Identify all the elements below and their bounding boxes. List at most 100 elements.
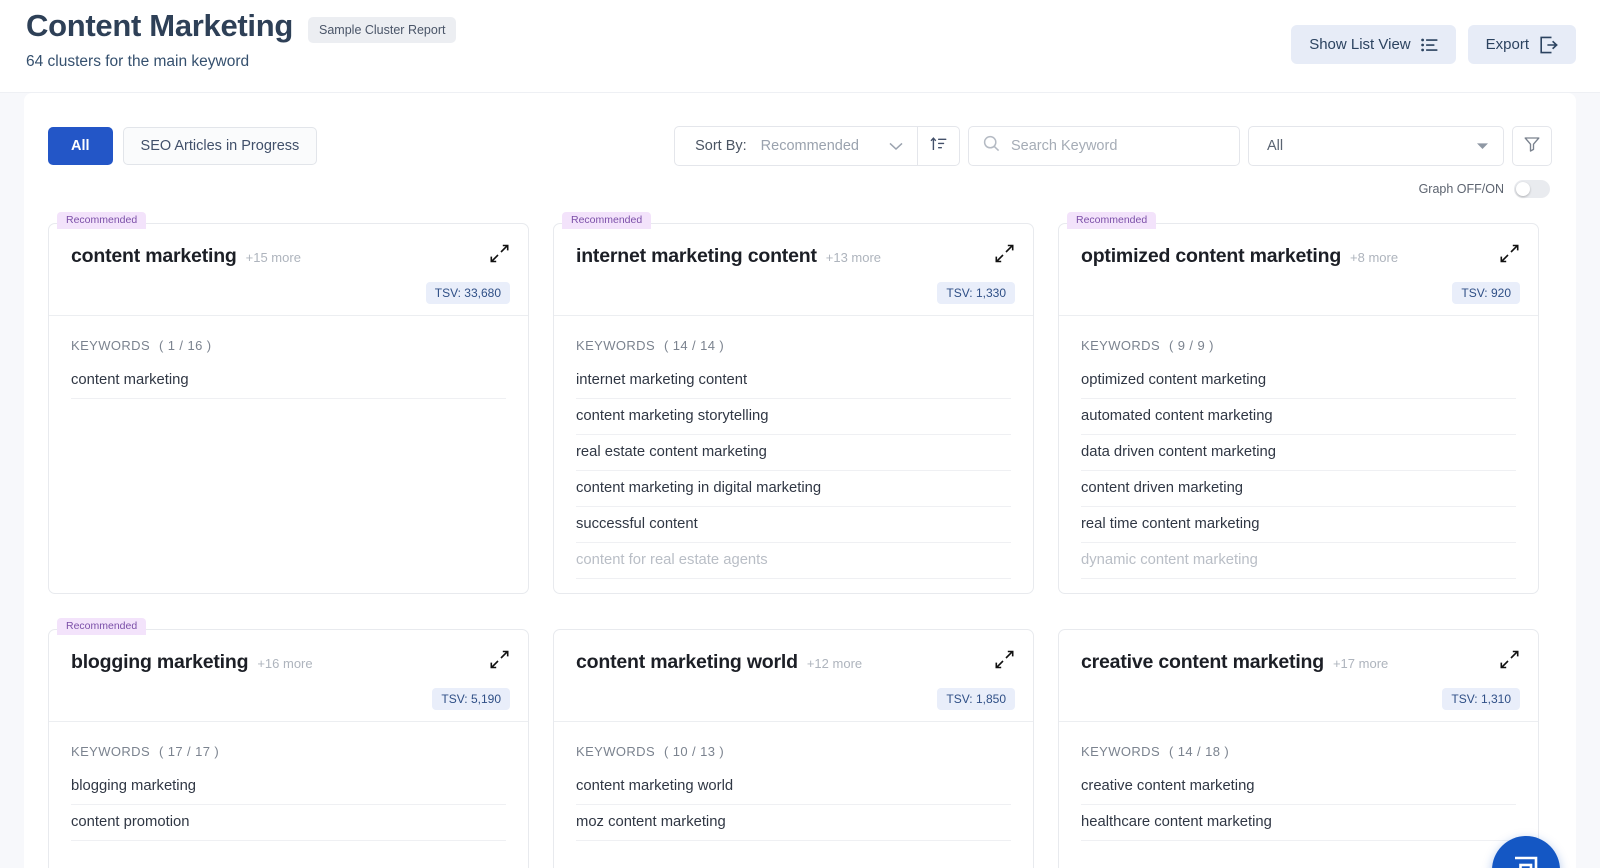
keyword-list: creative content marketing healthcare co… — [1059, 769, 1538, 841]
expand-icon[interactable] — [490, 244, 509, 268]
cluster-more-count: +17 more — [1333, 656, 1388, 671]
sort-by-value[interactable]: Recommended — [761, 138, 889, 154]
tsv-badge: TSV: 1,330 — [937, 282, 1015, 304]
list-item[interactable]: content for real estate agents — [576, 543, 1011, 579]
list-item[interactable]: data driven content marketing — [1081, 435, 1516, 471]
keywords-header: KEYWORDS ( 9 / 9 ) — [1059, 316, 1538, 353]
list-item[interactable]: automated content marketing — [1081, 399, 1516, 435]
sort-ascending-icon — [930, 136, 947, 157]
list-item[interactable]: creative content marketing — [1081, 769, 1516, 805]
caret-down-icon — [1476, 138, 1489, 154]
recommended-badge: Recommended — [57, 618, 146, 635]
tab-all[interactable]: All — [48, 127, 113, 165]
cluster-card-grid: Recommended content marketing +15 more — [48, 212, 1552, 868]
keyword-list: blogging marketing content promotion — [49, 769, 528, 841]
cluster-card: Recommended optimized content marketing … — [1058, 212, 1539, 594]
graph-toggle-knob — [1516, 182, 1530, 196]
cluster-more-count: +8 more — [1350, 250, 1398, 265]
tab-seo-articles-label: SEO Articles in Progress — [141, 138, 300, 154]
cluster-card-body[interactable]: internet marketing content +13 more TSV:… — [553, 223, 1034, 594]
expand-icon[interactable] — [995, 650, 1014, 674]
keywords-label: KEYWORDS — [71, 338, 150, 353]
toolbar: All SEO Articles in Progress Sort By: Re… — [48, 93, 1552, 166]
filter-select[interactable]: All — [1248, 126, 1504, 166]
list-item[interactable]: content marketing — [71, 363, 506, 399]
cluster-card-header: internet marketing content +13 more TSV:… — [554, 224, 1033, 316]
cluster-title-line: content marketing world +12 more — [576, 651, 1011, 674]
cluster-card-header: blogging marketing +16 more TSV: 5,190 — [49, 630, 528, 722]
tab-seo-articles-in-progress[interactable]: SEO Articles in Progress — [123, 127, 318, 165]
sort-by-label: Sort By: — [675, 138, 761, 154]
list-item[interactable]: successful content — [576, 507, 1011, 543]
keywords-count: ( 9 / 9 ) — [1169, 338, 1214, 353]
search-icon — [983, 135, 1000, 157]
keyword-list: internet marketing content content marke… — [554, 363, 1033, 579]
cluster-more-count: +15 more — [246, 250, 301, 265]
cluster-title-line: content marketing +15 more — [71, 245, 506, 268]
list-item[interactable]: content marketing in digital marketing — [576, 471, 1011, 507]
keywords-header: KEYWORDS ( 17 / 17 ) — [49, 722, 528, 759]
show-list-view-label: Show List View — [1309, 36, 1410, 53]
list-item[interactable]: optimized content marketing — [1081, 363, 1516, 399]
list-item[interactable]: internet marketing content — [576, 363, 1011, 399]
sort-direction-button[interactable] — [917, 127, 959, 165]
keywords-count: ( 14 / 18 ) — [1169, 744, 1229, 759]
cluster-card: Recommended content marketing +15 more — [48, 212, 529, 594]
graph-toggle-row: Graph OFF/ON — [48, 180, 1552, 198]
body-area: All SEO Articles in Progress Sort By: Re… — [0, 92, 1600, 868]
page-title: Content Marketing — [26, 7, 293, 46]
cluster-card: content marketing world +12 more TSV: 1,… — [553, 618, 1034, 868]
tsv-badge: TSV: 33,680 — [426, 282, 510, 304]
cluster-title: blogging marketing — [71, 651, 248, 674]
filter-button[interactable] — [1512, 126, 1552, 166]
export-icon — [1539, 36, 1558, 54]
cluster-card: Recommended blogging marketing +16 more — [48, 618, 529, 868]
expand-icon[interactable] — [490, 650, 509, 674]
keyword-list: optimized content marketing automated co… — [1059, 363, 1538, 579]
keywords-label: KEYWORDS — [1081, 338, 1160, 353]
cluster-title: creative content marketing — [1081, 651, 1324, 674]
expand-icon[interactable] — [995, 244, 1014, 268]
list-item[interactable]: blogging marketing — [71, 769, 506, 805]
search-input[interactable] — [1011, 138, 1225, 154]
sort-control: Sort By: Recommended — [674, 126, 960, 166]
cluster-card-body[interactable]: content marketing world +12 more TSV: 1,… — [553, 629, 1034, 868]
keywords-label: KEYWORDS — [1081, 744, 1160, 759]
cluster-card-body[interactable]: content marketing +15 more TSV: 33,680 — [48, 223, 529, 594]
export-label: Export — [1486, 36, 1529, 53]
keywords-header: KEYWORDS ( 1 / 16 ) — [49, 316, 528, 353]
app-logo-icon — [1511, 853, 1541, 868]
cluster-title-line: blogging marketing +16 more — [71, 651, 506, 674]
keywords-label: KEYWORDS — [576, 338, 655, 353]
cluster-more-count: +12 more — [807, 656, 862, 671]
cluster-card-body[interactable]: optimized content marketing +8 more TSV:… — [1058, 223, 1539, 594]
list-item[interactable]: real time content marketing — [1081, 507, 1516, 543]
keywords-label: KEYWORDS — [576, 744, 655, 759]
keywords-header: KEYWORDS ( 14 / 14 ) — [554, 316, 1033, 353]
cluster-card-header: optimized content marketing +8 more TSV:… — [1059, 224, 1538, 316]
list-item[interactable]: moz content marketing — [576, 805, 1011, 841]
list-item[interactable]: content promotion — [71, 805, 506, 841]
graph-toggle-switch[interactable] — [1514, 180, 1550, 198]
list-item[interactable]: content marketing storytelling — [576, 399, 1011, 435]
expand-icon[interactable] — [1500, 650, 1519, 674]
chevron-down-icon[interactable] — [889, 142, 903, 151]
recommended-badge: Recommended — [562, 212, 651, 229]
keywords-count: ( 1 / 16 ) — [159, 338, 211, 353]
expand-icon[interactable] — [1500, 244, 1519, 268]
content-panel: All SEO Articles in Progress Sort By: Re… — [24, 93, 1576, 868]
cluster-card-body[interactable]: blogging marketing +16 more TSV: 5,190 — [48, 629, 529, 868]
sample-report-badge: Sample Cluster Report — [308, 17, 456, 43]
list-item[interactable]: healthcare content marketing — [1081, 805, 1516, 841]
list-item[interactable]: real estate content marketing — [576, 435, 1011, 471]
keywords-header: KEYWORDS ( 10 / 13 ) — [554, 722, 1033, 759]
toolbar-right: Sort By: Recommended — [674, 126, 1552, 166]
list-item[interactable]: dynamic content marketing — [1081, 543, 1516, 579]
cluster-title: internet marketing content — [576, 245, 817, 268]
export-button[interactable]: Export — [1468, 25, 1576, 64]
list-item[interactable]: content driven marketing — [1081, 471, 1516, 507]
list-item[interactable]: content marketing world — [576, 769, 1011, 805]
cluster-card-body[interactable]: creative content marketing +17 more TSV:… — [1058, 629, 1539, 868]
tsv-badge: TSV: 1,850 — [937, 688, 1015, 710]
show-list-view-button[interactable]: Show List View — [1291, 25, 1455, 64]
